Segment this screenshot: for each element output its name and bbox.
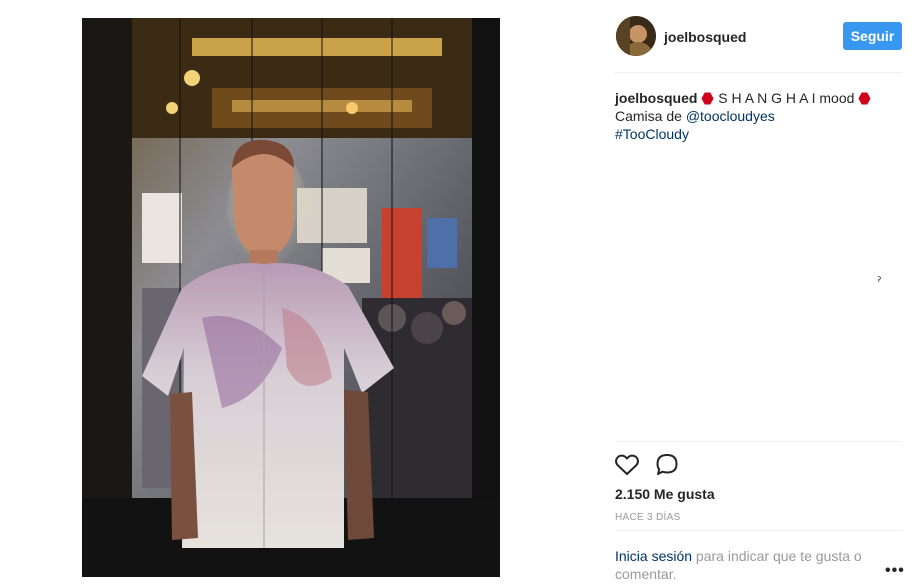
avatar[interactable] bbox=[616, 16, 656, 56]
follow-button[interactable]: Seguir bbox=[843, 22, 902, 50]
mention-link[interactable]: @toocloudyes bbox=[686, 108, 775, 124]
comment-icon bbox=[656, 454, 678, 475]
red-hexagon-icon bbox=[701, 92, 714, 105]
red-hexagon-icon bbox=[858, 92, 871, 105]
likes-count[interactable]: 2.150 Me gusta bbox=[615, 486, 715, 502]
hashtag-link[interactable]: #TooCloudy bbox=[615, 126, 689, 142]
header-divider bbox=[615, 72, 902, 73]
login-link[interactable]: Inicia sesión bbox=[615, 548, 692, 564]
post-photo[interactable] bbox=[82, 18, 500, 577]
heart-icon bbox=[615, 454, 639, 475]
actions-divider bbox=[615, 441, 902, 442]
comment-button[interactable] bbox=[654, 452, 680, 478]
post-date: HACE 3 DÍAS bbox=[615, 512, 681, 523]
post-caption: joelbosqued S H A N G H A I mood Camisa … bbox=[615, 89, 900, 143]
login-prompt: Inicia sesión para indicar que te gusta … bbox=[615, 547, 875, 583]
post-sidebar: joelbosqued Seguir joelbosqued S H A N G… bbox=[600, 0, 915, 587]
caption-line2-prefix: Camisa de bbox=[615, 108, 686, 124]
like-button[interactable] bbox=[614, 452, 640, 478]
caption-text: S H A N G H A I mood bbox=[718, 90, 855, 106]
header-username[interactable]: joelbosqued bbox=[664, 29, 746, 45]
caption-username[interactable]: joelbosqued bbox=[615, 90, 697, 106]
avatar-image bbox=[616, 16, 656, 56]
more-options-button[interactable]: ••• bbox=[885, 562, 905, 580]
comments-divider bbox=[615, 530, 902, 531]
photo-artwork bbox=[82, 18, 500, 577]
stray-character: ॽ bbox=[877, 274, 882, 284]
